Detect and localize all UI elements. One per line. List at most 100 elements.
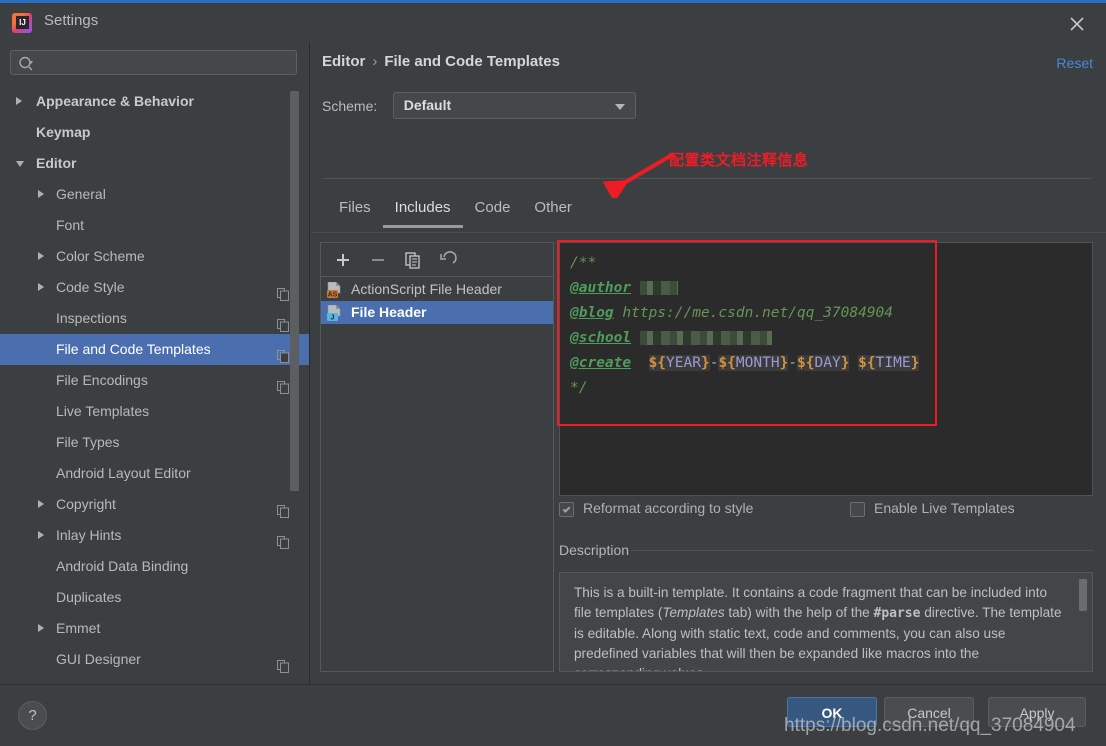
template-variable: ${TIME}: [858, 355, 920, 371]
header-divider: [322, 178, 1092, 179]
template-variable: ${MONTH}: [718, 355, 789, 371]
sidebar-item-general[interactable]: General: [0, 179, 309, 210]
sidebar-item-label: Android Layout Editor: [56, 465, 191, 481]
template-variable: ${YEAR}: [648, 355, 710, 371]
tab-includes[interactable]: Includes: [382, 194, 463, 228]
list-item[interactable]: J File Header: [321, 301, 553, 324]
sidebar-item-file-and-code-templates[interactable]: File and Code Templates: [0, 334, 309, 365]
chevron-right-icon[interactable]: [38, 500, 44, 508]
ok-button[interactable]: OK: [787, 697, 877, 727]
help-button[interactable]: ?: [18, 701, 47, 730]
sidebar-item-label: File and Code Templates: [56, 341, 211, 357]
sidebar-item-duplicates[interactable]: Duplicates: [0, 582, 309, 613]
code-line: */: [570, 376, 1088, 401]
chevron-right-icon[interactable]: [38, 283, 44, 291]
chevron-right-icon[interactable]: [38, 190, 44, 198]
code-token: */: [570, 380, 588, 396]
template-code-editor[interactable]: /** @author @blog https://me.csdn.net/qq_…: [559, 242, 1093, 496]
sidebar-item-live-templates[interactable]: Live Templates: [0, 396, 309, 427]
intellij-idea-icon: IJ: [12, 13, 32, 33]
reset-link[interactable]: Reset: [1056, 55, 1093, 71]
copy-icon: [277, 529, 289, 549]
scheme-row: Scheme: Default: [322, 92, 636, 119]
annotation-note: 配置类文档注释信息: [669, 151, 809, 169]
chevron-right-icon[interactable]: [38, 252, 44, 260]
breadcrumb-root[interactable]: Editor: [322, 53, 365, 70]
sidebar-item-editor[interactable]: Editor: [0, 148, 309, 179]
sidebar-item-code-style[interactable]: Code Style: [0, 272, 309, 303]
revert-template-button[interactable]: [438, 251, 458, 269]
code-line: @author: [570, 276, 1088, 301]
svg-text:J: J: [331, 315, 335, 321]
sidebar-item-label: Inspections: [56, 310, 127, 326]
sidebar-item-emmet[interactable]: Emmet: [0, 613, 309, 644]
breadcrumb: Editor › File and Code Templates: [322, 53, 560, 70]
tab-code[interactable]: Code: [463, 194, 523, 228]
add-template-button[interactable]: [333, 251, 353, 269]
sidebar-item-inlay-hints[interactable]: Inlay Hints: [0, 520, 309, 551]
cancel-button[interactable]: Cancel: [884, 697, 974, 727]
description-title: Description: [559, 542, 630, 558]
list-item-label: ActionScript File Header: [351, 281, 502, 297]
sidebar-scrollbar-thumb[interactable]: [290, 91, 299, 491]
copy-icon: [277, 653, 289, 673]
sidebar-item-label: Copyright: [56, 496, 116, 512]
sidebar-item-android-data-binding[interactable]: Android Data Binding: [0, 551, 309, 582]
sidebar-item-file-types[interactable]: File Types: [0, 427, 309, 458]
search-box[interactable]: [10, 50, 297, 75]
code-token: @school: [570, 330, 632, 346]
copy-icon: [277, 312, 289, 332]
sidebar-item-file-encodings[interactable]: File Encodings: [0, 365, 309, 396]
sidebar-item-label: Editor: [36, 155, 77, 171]
sidebar-item-inspections[interactable]: Inspections: [0, 303, 309, 334]
sidebar-item-label: Duplicates: [56, 589, 122, 605]
title-bar: IJ Settings: [0, 3, 1106, 42]
reformat-checkbox-label: Reformat according to style: [583, 500, 754, 516]
copy-icon: [277, 281, 289, 301]
sidebar-item-gui-designer[interactable]: GUI Designer: [0, 644, 309, 675]
scheme-select[interactable]: Default: [392, 92, 636, 119]
redacted-text: [639, 331, 772, 345]
chevron-right-icon[interactable]: [38, 624, 44, 632]
search-input[interactable]: [41, 51, 292, 74]
remove-template-button[interactable]: [368, 251, 388, 269]
copy-template-button[interactable]: [403, 251, 423, 269]
chevron-right-icon[interactable]: [16, 97, 22, 105]
sidebar-scrollbar-track[interactable]: [290, 87, 304, 682]
sidebar-item-font[interactable]: Font: [0, 210, 309, 241]
code-token: /**: [570, 255, 597, 271]
description-divider: [631, 550, 1093, 551]
template-toolbar: [321, 243, 553, 277]
code-token: @create: [570, 355, 632, 371]
description-text: This is a built-in template. It contains…: [574, 583, 1068, 671]
description-scrollbar-track[interactable]: [1079, 575, 1090, 669]
live-templates-checkbox-label: Enable Live Templates: [874, 500, 1015, 516]
tab-files[interactable]: Files: [327, 194, 383, 228]
sidebar-item-appearance-behavior[interactable]: Appearance & Behavior: [0, 86, 309, 117]
tab-other[interactable]: Other: [522, 194, 584, 228]
sidebar-item-copyright[interactable]: Copyright: [0, 489, 309, 520]
copy-icon: [277, 343, 289, 363]
list-item[interactable]: AS ActionScript File Header: [321, 278, 553, 301]
description-paragraph: This is a built-in template. It contains…: [574, 585, 1062, 671]
sidebar-item-label: General: [56, 186, 106, 202]
chevron-down-icon[interactable]: [16, 161, 24, 167]
close-icon[interactable]: [1066, 13, 1088, 35]
code-token: -: [788, 355, 798, 371]
template-code-text[interactable]: /** @author @blog https://me.csdn.net/qq_…: [570, 251, 1088, 401]
sidebar-item-color-scheme[interactable]: Color Scheme: [0, 241, 309, 272]
apply-button[interactable]: Apply: [988, 697, 1086, 727]
sidebar-item-android-layout-editor[interactable]: Android Layout Editor: [0, 458, 309, 489]
sidebar-item-label: Emmet: [56, 620, 101, 636]
code-token: https://me.csdn.net/qq_37084904: [613, 305, 894, 321]
sidebar-item-label: Code Style: [56, 279, 125, 295]
chevron-down-icon: [614, 104, 625, 110]
sidebar-item-keymap[interactable]: Keymap: [0, 117, 309, 148]
live-templates-checkbox-box: [850, 502, 865, 517]
description-scrollbar-thumb[interactable]: [1079, 579, 1087, 611]
chevron-right-icon[interactable]: [38, 531, 44, 539]
